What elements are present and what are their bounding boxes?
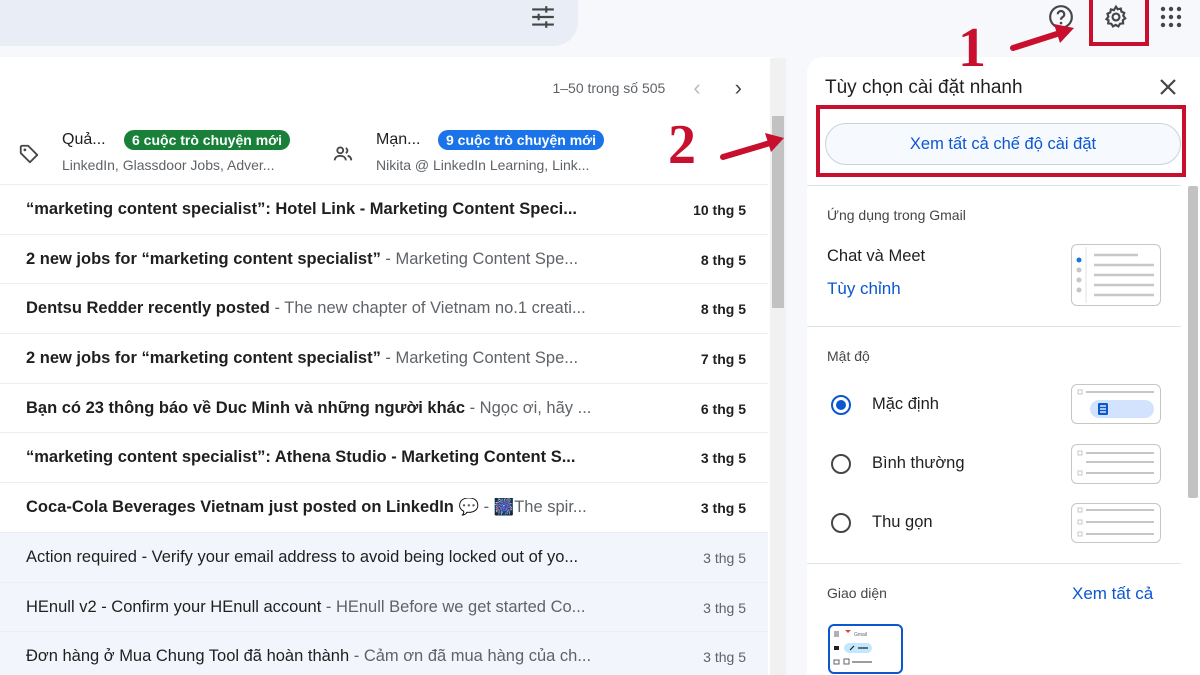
mail-snippet: - 🎆The spir... <box>479 498 587 517</box>
mail-rows: “marketing content specialist”: Hotel Li… <box>0 185 768 675</box>
apps-section-title: Ứng dụng trong Gmail <box>827 207 966 223</box>
category-senders: Nikita @ LinkedIn Learning, Link... <box>376 157 590 173</box>
apps-icon[interactable] <box>1160 6 1182 28</box>
category-badge: 9 cuộc trò chuyện mới <box>438 130 604 150</box>
density-default-preview <box>1071 384 1161 424</box>
mail-subject: Coca-Cola Beverages Vietnam just posted … <box>26 498 480 517</box>
quick-settings-title: Tùy chọn cài đặt nhanh <box>825 77 1023 98</box>
mail-subject: Action required - Verify your email addr… <box>26 547 579 566</box>
search-bar[interactable] <box>0 0 578 46</box>
category-badge: 6 cuộc trò chuyện mới <box>124 130 290 150</box>
settings-scrollbar-thumb[interactable] <box>1188 186 1198 498</box>
mail-date: 8 thg 5 <box>700 251 746 268</box>
mail-date: 7 thg 5 <box>700 351 746 368</box>
mail-subject: “marketing content specialist”: Hotel Li… <box>26 200 578 218</box>
chevron-left-icon[interactable]: ‹ <box>693 77 700 99</box>
category-title: Quả... <box>62 131 106 148</box>
mail-subject: Đơn hàng ở Mua Chung Tool đã hoàn thành <box>26 647 350 666</box>
chat-meet-label: Chat và Meet <box>827 247 926 265</box>
density-compact-preview <box>1071 503 1161 543</box>
annotation-arrow-1 <box>1010 24 1074 51</box>
mail-snippet: - Marketing Content Spe... <box>380 349 579 368</box>
density-default-radio[interactable] <box>831 395 851 415</box>
mail-snippet: - Marketing Content Spe... <box>380 249 579 268</box>
close-icon[interactable] <box>1156 75 1180 99</box>
mail-date: 3 thg 5 <box>703 599 746 616</box>
mail-date: 8 thg 5 <box>700 301 746 318</box>
tag-icon <box>19 144 39 164</box>
density-normal-label: Bình thường <box>872 454 965 472</box>
mail-row-text: Action required - Verify your email addr… <box>26 548 626 567</box>
mail-subject: 2 new jobs for “marketing content specia… <box>26 249 381 268</box>
annotation-box-settings <box>1089 0 1149 46</box>
mail-subject: Dentsu Redder recently posted <box>26 299 270 318</box>
mail-date: 3 thg 5 <box>700 500 746 517</box>
mail-snippet: - The new chapter of Vietnam no.1 creati… <box>269 299 586 318</box>
pager-range: 1–50 trong số 505 <box>552 80 666 96</box>
mail-row[interactable]: Coca-Cola Beverages Vietnam just posted … <box>0 483 768 533</box>
mail-snippet: - Cảm ơn đã mua hàng của ch... <box>349 647 592 666</box>
mail-date: 6 thg 5 <box>700 400 746 417</box>
chevron-right-icon[interactable]: › <box>735 77 742 99</box>
annotation-box-see-all <box>816 105 1186 177</box>
mail-row-text: 2 new jobs for “marketing content specia… <box>26 349 626 368</box>
mail-row-text: HEnull v2 - Confirm your HEnull account … <box>26 598 626 617</box>
mail-row[interactable]: “marketing content specialist”: Hotel Li… <box>0 185 768 235</box>
annotation-step-2: 2 <box>668 114 696 176</box>
mail-subject: “marketing content specialist”: Athena S… <box>26 448 576 467</box>
mail-date: 3 thg 5 <box>703 549 746 566</box>
density-compact-label: Thu gọn <box>872 513 933 531</box>
pager: 1–50 trong số 505 ‹ › <box>552 77 742 99</box>
customize-link[interactable]: Tùy chỉnh <box>827 279 901 299</box>
mail-row-text: Đơn hàng ở Mua Chung Tool đã hoàn thành … <box>26 647 626 666</box>
mail-row[interactable]: Dentsu Redder recently posted - The new … <box>0 284 768 335</box>
theme-default-thumbnail[interactable]: Gmail <box>828 624 903 674</box>
mail-row-text: 2 new jobs for “marketing content specia… <box>26 250 626 269</box>
divider <box>807 326 1181 327</box>
people-icon <box>333 146 353 161</box>
mail-snippet: - Ngọc ơi, hãy ... <box>465 398 592 417</box>
mail-row[interactable]: “marketing content specialist”: Athena S… <box>0 433 768 484</box>
mail-row-text: Bạn có 23 thông báo về Duc Minh và những… <box>26 399 626 418</box>
mail-row[interactable]: Action required - Verify your email addr… <box>0 532 768 583</box>
mail-row[interactable]: Bạn có 23 thông báo về Duc Minh và những… <box>0 383 768 434</box>
mail-row-text: “marketing content specialist”: Athena S… <box>26 448 626 467</box>
divider <box>807 185 1181 186</box>
category-title: Mạn... <box>376 131 421 148</box>
mail-row[interactable]: 2 new jobs for “marketing content specia… <box>0 234 768 285</box>
mail-row[interactable]: 2 new jobs for “marketing content specia… <box>0 334 768 384</box>
density-normal-radio[interactable] <box>831 454 851 474</box>
mail-row-text: Dentsu Redder recently posted - The new … <box>26 299 626 318</box>
mail-row-text: “marketing content specialist”: Hotel Li… <box>26 200 626 219</box>
see-all-themes-link[interactable]: Xem tất cả <box>1072 584 1153 604</box>
density-default-label: Mặc định <box>872 395 939 413</box>
mail-subject: HEnull v2 - Confirm your HEnull account <box>26 597 322 616</box>
mail-date: 3 thg 5 <box>700 450 746 467</box>
density-section-title: Mật độ <box>827 348 870 364</box>
category-row: Quả... 6 cuộc trò chuyện mới LinkedIn, G… <box>0 123 768 185</box>
annotation-arrow-2 <box>720 133 784 160</box>
theme-section-title: Giao diện <box>827 585 887 601</box>
tune-icon[interactable] <box>530 4 556 30</box>
mail-row-text: Coca-Cola Beverages Vietnam just posted … <box>26 498 626 517</box>
density-compact-radio[interactable] <box>831 513 851 533</box>
mail-date: 10 thg 5 <box>693 202 746 218</box>
theme-thumb-gmail-label: Gmail <box>854 632 867 638</box>
mail-row[interactable]: HEnull v2 - Confirm your HEnull account … <box>0 582 768 633</box>
mail-subject: Bạn có 23 thông báo về Duc Minh và những… <box>26 398 466 417</box>
density-normal-preview <box>1071 444 1161 484</box>
mail-row[interactable]: Đơn hàng ở Mua Chung Tool đã hoàn thành … <box>0 632 768 675</box>
mail-snippet: - HEnull Before we get started Co... <box>321 597 586 616</box>
mail-date: 3 thg 5 <box>703 649 746 666</box>
annotation-step-1: 1 <box>958 17 986 79</box>
category-senders: LinkedIn, Glassdoor Jobs, Adver... <box>62 157 275 173</box>
chat-meet-preview <box>1071 244 1161 306</box>
mail-subject: 2 new jobs for “marketing content specia… <box>26 349 381 368</box>
divider <box>807 563 1181 564</box>
